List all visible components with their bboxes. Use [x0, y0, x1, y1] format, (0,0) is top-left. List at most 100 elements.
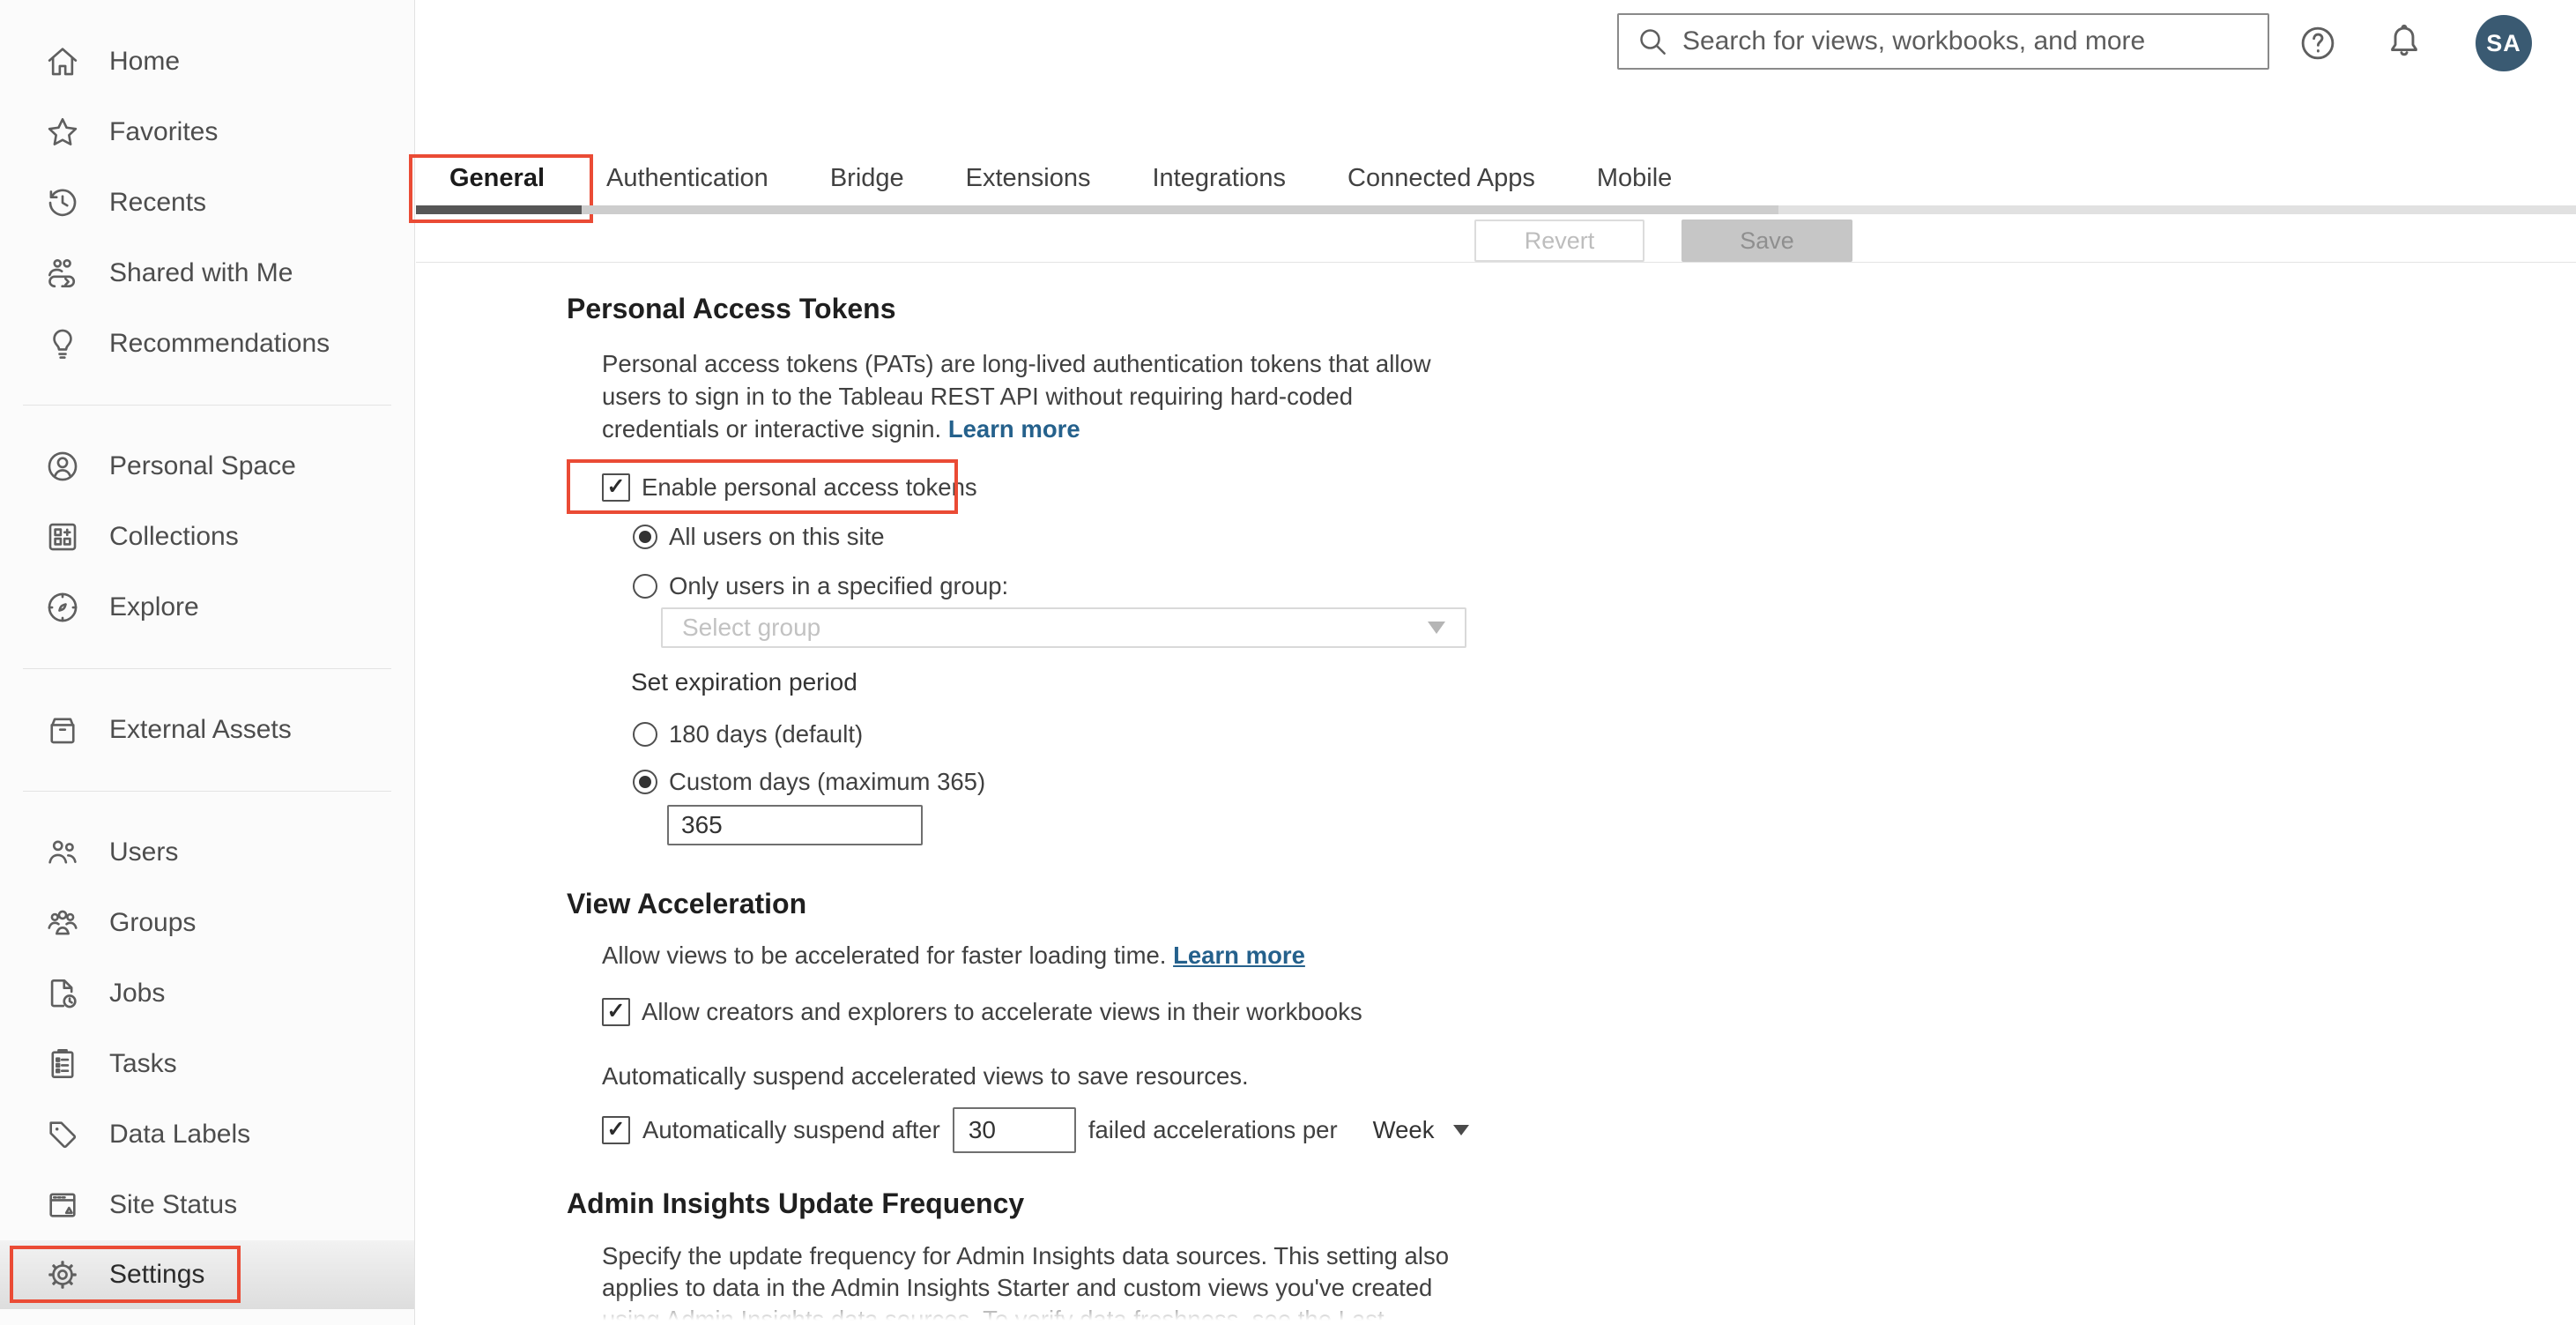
sidebar-item-recommendations[interactable]: Recommendations — [0, 309, 414, 379]
active-tab-indicator — [416, 205, 582, 214]
pat-scope-all-users-row: All users on this site — [633, 521, 1977, 553]
all-users-radio[interactable] — [633, 525, 657, 549]
days-180-radio[interactable] — [633, 722, 657, 747]
sidebar-item-explore[interactable]: Explore — [0, 572, 414, 643]
va-learn-more-link[interactable]: Learn more — [1173, 942, 1305, 969]
sidebar-item-label: Collections — [109, 522, 239, 551]
sidebar-item-label: Settings — [109, 1260, 205, 1289]
settings-content: Personal Access Tokens Personal access t… — [567, 291, 1977, 1325]
admin-insights-title: Admin Insights Update Frequency — [567, 1187, 1025, 1219]
site-status-icon — [49, 1193, 76, 1217]
specified-group-radio[interactable] — [633, 574, 657, 599]
tab-connected-apps[interactable]: Connected Apps — [1347, 162, 1535, 194]
sidebar-item-jobs[interactable]: Jobs — [0, 958, 414, 1029]
sidebar-item-groups[interactable]: Groups — [0, 888, 414, 958]
expiration-180-row: 180 days (default) — [633, 718, 1977, 750]
sidebar-item-external-assets[interactable]: External Assets — [0, 695, 414, 765]
tab-integrations[interactable]: Integrations — [1153, 162, 1287, 194]
revert-button[interactable]: Revert — [1474, 220, 1644, 262]
collections-icon — [48, 523, 77, 551]
avatar[interactable]: SA — [2476, 15, 2532, 71]
sidebar-item-users[interactable]: Users — [0, 817, 414, 888]
sidebar-item-collections[interactable]: Collections — [0, 502, 414, 572]
drawer-icon — [50, 718, 75, 744]
sidebar-divider — [23, 405, 391, 406]
help-button[interactable] — [2298, 23, 2338, 68]
tab-general[interactable]: General — [409, 154, 593, 223]
sidebar-item-label: Explore — [109, 592, 199, 622]
enable-pat-checkbox[interactable]: ✓ — [602, 473, 630, 502]
sidebar-item-settings[interactable]: Settings — [0, 1240, 414, 1309]
gear-icon — [48, 1261, 77, 1289]
sidebar-item-site-status[interactable]: Site Status — [0, 1170, 414, 1240]
sidebar-item-label: Tasks — [109, 1049, 177, 1078]
tab-underline-track — [416, 205, 2576, 214]
group-select-placeholder: Select group — [682, 614, 821, 641]
tab-bridge[interactable]: Bridge — [830, 162, 904, 194]
sidebar-item-favorites[interactable]: Favorites — [0, 97, 414, 167]
notifications-button[interactable] — [2384, 21, 2424, 66]
header-divider — [416, 262, 2576, 263]
custom-days-label: Custom days (maximum 365) — [669, 768, 986, 795]
period-select[interactable]: Week — [1373, 1116, 1470, 1144]
sidebar: Home Favorites Recents Shared with Me Re… — [0, 0, 415, 1325]
sidebar-item-recents[interactable]: Recents — [0, 167, 414, 238]
search-input[interactable] — [1682, 26, 2252, 56]
enable-pat-label: Enable personal access tokens — [642, 473, 977, 501]
pat-description: Personal access tokens (PATs) are long-l… — [602, 350, 1431, 443]
users-icon — [48, 840, 77, 864]
sidebar-item-label: Home — [109, 47, 181, 76]
days-180-label: 180 days (default) — [669, 720, 864, 748]
settings-tab-bar: General Authentication Bridge Extensions… — [409, 154, 1672, 223]
allow-acceleration-checkbox[interactable]: ✓ — [602, 998, 630, 1026]
sidebar-item-data-labels[interactable]: Data Labels — [0, 1099, 414, 1170]
tab-underline — [416, 205, 1778, 214]
auto-suspend-label-before: Automatically suspend after — [642, 1116, 940, 1143]
expiration-custom-row: Custom days (maximum 365) — [633, 766, 1977, 798]
chevron-down-icon — [1428, 622, 1445, 634]
pat-learn-more-link[interactable]: Learn more — [948, 415, 1080, 443]
sidebar-item-label: Users — [109, 837, 179, 867]
sidebar-item-label: Shared with Me — [109, 258, 293, 287]
failed-accelerations-input[interactable] — [952, 1107, 1076, 1153]
sidebar-divider — [23, 791, 391, 792]
star-icon — [48, 117, 78, 145]
sidebar-item-label: Site Status — [109, 1190, 238, 1219]
lightbulb-icon — [53, 329, 72, 359]
allow-acceleration-label: Allow creators and explorers to accelera… — [642, 998, 1362, 1025]
compass-icon — [48, 592, 78, 622]
group-select[interactable]: Select group — [661, 607, 1466, 648]
search-box — [1617, 13, 2269, 70]
document-clock-icon — [50, 979, 77, 1009]
tab-extensions[interactable]: Extensions — [966, 162, 1091, 194]
view-acceleration-title: View Acceleration — [567, 888, 807, 919]
check-icon: ✓ — [606, 998, 626, 1024]
all-users-label: All users on this site — [669, 523, 885, 550]
pat-section-title: Personal Access Tokens — [567, 293, 896, 324]
admin-insights-description: Specify the update frequency for Admin I… — [602, 1242, 1450, 1325]
auto-suspend-checkbox[interactable]: ✓ — [602, 1116, 630, 1144]
suspend-note: Automatically suspend accelerated views … — [602, 1062, 1249, 1090]
sidebar-item-label: Favorites — [109, 117, 219, 146]
help-icon — [2301, 26, 2335, 60]
enable-pat-row: ✓ Enable personal access tokens — [567, 459, 1977, 514]
tableau-settings-page: Home Favorites Recents Shared with Me Re… — [0, 0, 2576, 1325]
sidebar-item-personal-space[interactable]: Personal Space — [0, 431, 414, 502]
tab-mobile[interactable]: Mobile — [1597, 162, 1672, 194]
home-icon — [48, 48, 78, 76]
sidebar-item-tasks[interactable]: Tasks — [0, 1029, 414, 1099]
allow-acceleration-row: ✓ Allow creators and explorers to accele… — [602, 994, 1977, 1030]
tag-icon — [49, 1121, 77, 1149]
sidebar-item-label: Recommendations — [109, 329, 330, 358]
view-acceleration-description: Allow views to be accelerated for faster… — [602, 942, 1305, 969]
groups-icon — [48, 910, 78, 935]
sidebar-item-shared-with-me[interactable]: Shared with Me — [0, 238, 414, 309]
tab-authentication[interactable]: Authentication — [606, 162, 768, 194]
check-icon: ✓ — [606, 1116, 626, 1142]
custom-days-radio[interactable] — [633, 770, 657, 794]
sidebar-item-label: Recents — [109, 188, 207, 217]
shared-icon — [48, 258, 76, 288]
save-button[interactable]: Save — [1681, 220, 1852, 262]
sidebar-item-home[interactable]: Home — [0, 26, 414, 97]
custom-days-input[interactable] — [667, 805, 923, 845]
